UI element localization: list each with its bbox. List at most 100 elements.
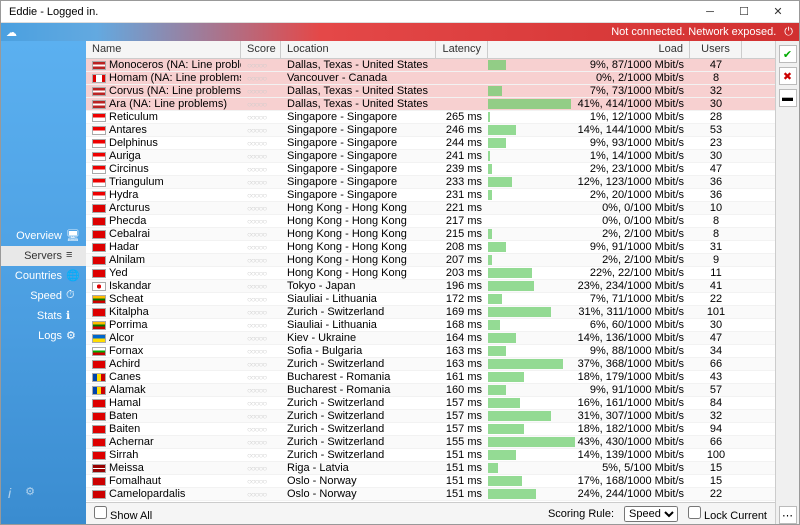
server-users: 66: [690, 436, 742, 448]
scoring-rule-label: Scoring Rule:: [548, 508, 614, 520]
score-stars: ○○○○○: [247, 373, 266, 382]
server-row[interactable]: Sirrah○○○○○Zurich - Switzerland151 ms14%…: [86, 449, 775, 462]
server-row[interactable]: Porrima○○○○○Siauliai - Lithuania168 ms6%…: [86, 319, 775, 332]
server-load: 0%, 2/1000 Mbit/s: [488, 72, 690, 84]
server-row[interactable]: Achird○○○○○Zurich - Switzerland163 ms37%…: [86, 358, 775, 371]
server-row[interactable]: Monoceros (NA: Line problems)○○○○○Dallas…: [86, 59, 775, 72]
sidebar-item-overview[interactable]: Overview🖥: [1, 226, 86, 246]
server-users: 36: [690, 176, 742, 188]
minimize-button[interactable]: ─: [693, 2, 727, 22]
server-row[interactable]: Alamak○○○○○Bucharest - Romania160 ms9%, …: [86, 384, 775, 397]
server-list[interactable]: Monoceros (NA: Line problems)○○○○○Dallas…: [86, 59, 775, 502]
sidebar-item-servers[interactable]: Servers≡: [1, 246, 86, 266]
server-location: Zurich - Switzerland: [281, 436, 436, 448]
header-latency[interactable]: Latency: [436, 41, 488, 58]
server-row[interactable]: Corvus (NA: Line problems)○○○○○Dallas, T…: [86, 85, 775, 98]
server-row[interactable]: Camelopardalis○○○○○Oslo - Norway151 ms24…: [86, 488, 775, 501]
server-row[interactable]: Yed○○○○○Hong Kong - Hong Kong203 ms22%, …: [86, 267, 775, 280]
score-stars: ○○○○○: [247, 412, 266, 421]
server-row[interactable]: Fomalhaut○○○○○Oslo - Norway151 ms17%, 16…: [86, 475, 775, 488]
server-latency: 157 ms: [436, 397, 488, 409]
server-name: Cebalrai: [109, 228, 150, 240]
server-row[interactable]: Phecda○○○○○Hong Kong - Hong Kong217 ms0%…: [86, 215, 775, 228]
server-users: 9: [690, 254, 742, 266]
server-row[interactable]: Alnilam○○○○○Hong Kong - Hong Kong207 ms2…: [86, 254, 775, 267]
connect-icon[interactable]: ⏻: [784, 26, 793, 39]
server-row[interactable]: Arcturus○○○○○Hong Kong - Hong Kong221 ms…: [86, 202, 775, 215]
server-row[interactable]: Auriga○○○○○Singapore - Singapore241 ms1%…: [86, 150, 775, 163]
score-stars: ○○○○○: [247, 87, 266, 96]
server-row[interactable]: Circinus○○○○○Singapore - Singapore239 ms…: [86, 163, 775, 176]
server-latency: 207 ms: [436, 254, 488, 266]
server-row[interactable]: Hadar○○○○○Hong Kong - Hong Kong208 ms9%,…: [86, 241, 775, 254]
score-stars: ○○○○○: [247, 61, 266, 70]
flag-icon: [92, 451, 106, 460]
sidebar-item-speed[interactable]: Speed⏱: [1, 286, 86, 306]
sidebar: Overview🖥Servers≡Countries🌐Speed⏱StatsℹL…: [1, 41, 86, 524]
server-load: 0%, 0/100 Mbit/s: [488, 202, 690, 214]
server-row[interactable]: Kitalpha○○○○○Zurich - Switzerland169 ms3…: [86, 306, 775, 319]
flag-icon: [92, 191, 106, 200]
sidebar-label: Speed: [30, 290, 62, 302]
server-row[interactable]: Scheat○○○○○Siauliai - Lithuania172 ms7%,…: [86, 293, 775, 306]
header-load[interactable]: Load: [488, 41, 690, 58]
deny-button[interactable]: ✖: [779, 67, 797, 85]
server-row[interactable]: Hydra○○○○○Singapore - Singapore231 ms2%,…: [86, 189, 775, 202]
server-row[interactable]: Achernar○○○○○Zurich - Switzerland155 ms4…: [86, 436, 775, 449]
server-load: 31%, 307/1000 Mbit/s: [488, 410, 690, 422]
server-row[interactable]: Canes○○○○○Bucharest - Romania161 ms18%, …: [86, 371, 775, 384]
server-row[interactable]: Alcor○○○○○Kiev - Ukraine164 ms14%, 136/1…: [86, 332, 775, 345]
server-location: Hong Kong - Hong Kong: [281, 254, 436, 266]
server-latency: 151 ms: [436, 462, 488, 474]
more-button[interactable]: ⋯: [779, 506, 797, 524]
scoring-rule-select[interactable]: Speed: [624, 506, 678, 522]
server-row[interactable]: Cebalrai○○○○○Hong Kong - Hong Kong215 ms…: [86, 228, 775, 241]
server-row[interactable]: Meissa○○○○○Riga - Latvia151 ms5%, 5/100 …: [86, 462, 775, 475]
server-location: Singapore - Singapore: [281, 137, 436, 149]
server-row[interactable]: Reticulum○○○○○Singapore - Singapore265 m…: [86, 111, 775, 124]
neutral-button[interactable]: ▬: [779, 89, 797, 107]
header-name[interactable]: Name: [86, 41, 241, 58]
allow-button[interactable]: ✔: [779, 45, 797, 63]
server-users: 47: [690, 332, 742, 344]
show-all-checkbox[interactable]: Show All: [94, 506, 152, 522]
flag-icon: [92, 165, 106, 174]
server-users: 66: [690, 358, 742, 370]
server-row[interactable]: Ara (NA: Line problems)○○○○○Dallas, Texa…: [86, 98, 775, 111]
server-name: Iskandar: [109, 280, 151, 292]
server-latency: 151 ms: [436, 449, 488, 461]
server-row[interactable]: Triangulum○○○○○Singapore - Singapore233 …: [86, 176, 775, 189]
sidebar-item-countries[interactable]: Countries🌐: [1, 266, 86, 286]
server-row[interactable]: Fornax○○○○○Sofia - Bulgaria163 ms9%, 88/…: [86, 345, 775, 358]
server-row[interactable]: Delphinus○○○○○Singapore - Singapore244 m…: [86, 137, 775, 150]
server-row[interactable]: Homam (NA: Line problems)○○○○○Vancouver …: [86, 72, 775, 85]
server-location: Hong Kong - Hong Kong: [281, 267, 436, 279]
server-row[interactable]: Iskandar○○○○○Tokyo - Japan196 ms23%, 234…: [86, 280, 775, 293]
sidebar-item-stats[interactable]: Statsℹ: [1, 306, 86, 326]
score-stars: ○○○○○: [247, 256, 266, 265]
server-users: 11: [690, 267, 742, 279]
server-row[interactable]: Baiten○○○○○Zurich - Switzerland157 ms18%…: [86, 423, 775, 436]
sidebar-label: Countries: [15, 270, 62, 282]
flag-icon: [92, 113, 106, 122]
server-latency: 164 ms: [436, 332, 488, 344]
sidebar-item-logs[interactable]: Logs⚙: [1, 326, 86, 346]
header-users[interactable]: Users: [690, 41, 742, 58]
server-latency: 241 ms: [436, 150, 488, 162]
server-location: Singapore - Singapore: [281, 111, 436, 123]
settings-icon[interactable]: ⚙: [25, 485, 35, 501]
score-stars: ○○○○○: [247, 230, 266, 239]
server-name: Kitalpha: [109, 306, 149, 318]
server-name: Porrima: [109, 319, 148, 331]
info-icon[interactable]: i: [8, 485, 11, 501]
lock-current-checkbox[interactable]: Lock Current: [688, 506, 767, 522]
close-button[interactable]: ✕: [761, 2, 795, 22]
maximize-button[interactable]: ☐: [727, 2, 761, 22]
server-row[interactable]: Antares○○○○○Singapore - Singapore246 ms1…: [86, 124, 775, 137]
flag-icon: [92, 477, 106, 486]
server-row[interactable]: Baten○○○○○Zurich - Switzerland157 ms31%,…: [86, 410, 775, 423]
header-location[interactable]: Location: [281, 41, 436, 58]
header-score[interactable]: Score: [241, 41, 281, 58]
server-row[interactable]: Hamal○○○○○Zurich - Switzerland157 ms16%,…: [86, 397, 775, 410]
server-location: Singapore - Singapore: [281, 150, 436, 162]
